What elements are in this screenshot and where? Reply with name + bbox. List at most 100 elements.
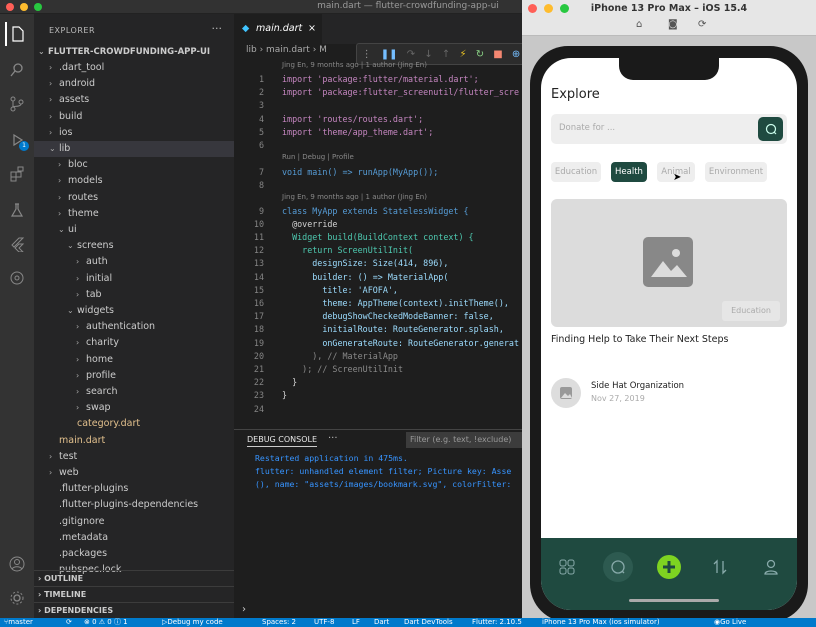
tree-item[interactable]: ⌄ screens xyxy=(34,238,234,254)
gitlens-icon[interactable] xyxy=(5,266,29,290)
code-line[interactable]: 8 xyxy=(234,179,529,192)
campaign-card[interactable]: Education xyxy=(551,199,787,327)
code-line[interactable]: 9 class MyApp extends StatelessWidget { xyxy=(234,205,529,218)
run-debug-icon[interactable]: 1 xyxy=(5,128,29,152)
code-line[interactable]: 2 import 'package:flutter_screenutil/flut… xyxy=(234,86,529,99)
code-line[interactable]: 21 ); // ScreenUtilInit xyxy=(234,363,529,376)
code-line[interactable]: 3 xyxy=(234,99,529,112)
hot-reload-icon[interactable]: ⚡ xyxy=(459,49,466,60)
chip-environment[interactable]: Environment xyxy=(705,162,767,182)
debug-indicator[interactable]: ▷ Debug my code xyxy=(162,618,223,627)
tree-item[interactable]: › theme xyxy=(34,206,234,222)
step-into-icon[interactable]: ↓ xyxy=(424,49,432,60)
code-line[interactable]: 5 import 'theme/app_theme.dart'; xyxy=(234,126,529,139)
tree-item[interactable]: › profile xyxy=(34,368,234,384)
tab-main-dart[interactable]: ◆ main.dart × xyxy=(234,14,322,44)
more-actions-icon[interactable]: ··· xyxy=(212,22,223,35)
search-bar[interactable]: Donate for ... xyxy=(551,114,787,144)
tree-item[interactable]: › home xyxy=(34,352,234,368)
tree-item[interactable]: main.dart xyxy=(34,433,234,449)
screenshot-icon[interactable]: ◙ xyxy=(668,19,678,30)
gear-icon[interactable] xyxy=(5,586,29,610)
code-line[interactable]: 14 builder: () => MaterialApp( xyxy=(234,271,529,284)
devtools-indicator[interactable]: Dart DevTools xyxy=(404,618,453,627)
code-line[interactable]: 11 Widget build(BuildContext context) { xyxy=(234,231,529,244)
tree-item[interactable]: ⌄ widgets xyxy=(34,303,234,319)
tree-item[interactable]: › test xyxy=(34,449,234,465)
close-icon[interactable]: × xyxy=(308,14,316,44)
chip-health[interactable]: Health xyxy=(611,162,647,182)
sync-icon[interactable]: ⟳ xyxy=(66,618,72,627)
rotate-icon[interactable]: ⟳ xyxy=(698,19,706,30)
code-line[interactable]: 18 initialRoute: RouteGenerator.splash, xyxy=(234,323,529,336)
codelens-class-author[interactable]: Jing En, 9 months ago | 1 author (Jing E… xyxy=(282,193,427,201)
tree-item[interactable]: category.dart xyxy=(34,416,234,432)
tree-item[interactable]: › auth xyxy=(34,254,234,270)
testing-icon[interactable] xyxy=(5,198,29,222)
problems-indicator[interactable]: ⊗ 0 ⚠ 0 ⓘ 1 xyxy=(84,618,128,627)
tree-item[interactable]: ⌄ ui xyxy=(34,222,234,238)
console-prompt[interactable]: › xyxy=(242,604,246,615)
flutter-version-indicator[interactable]: Flutter: 2.10.5 xyxy=(472,618,522,627)
code-line[interactable]: 6 xyxy=(234,139,529,152)
code-line[interactable]: 17 debugShowCheckedModeBanner: false, xyxy=(234,310,529,323)
tree-item[interactable]: › models xyxy=(34,173,234,189)
source-control-icon[interactable] xyxy=(5,92,29,116)
home-icon[interactable]: ⌂ xyxy=(636,19,642,30)
step-out-icon[interactable]: ↑ xyxy=(442,49,450,60)
eol-indicator[interactable]: LF xyxy=(352,618,360,627)
code-line[interactable]: 4 import 'routes/routes.dart'; xyxy=(234,113,529,126)
search-icon[interactable] xyxy=(5,58,29,82)
stop-icon[interactable]: ■ xyxy=(493,49,502,60)
code-line[interactable]: 19 onGenerateRoute: RouteGenerator.gener… xyxy=(234,337,529,350)
code-line[interactable]: 1 import 'package:flutter/material.dart'; xyxy=(234,73,529,86)
console-filter-input[interactable]: Filter (e.g. text, !exclude) xyxy=(406,432,528,448)
tree-item[interactable]: › web xyxy=(34,465,234,481)
tree-item[interactable]: › authentication xyxy=(34,319,234,335)
campaign-title[interactable]: Finding Help to Take Their Next Steps xyxy=(551,334,728,345)
swap-icon[interactable] xyxy=(705,552,735,582)
tree-item[interactable]: › .dart_tool xyxy=(34,60,234,76)
panel-more-icon[interactable]: ··· xyxy=(328,433,338,444)
account-icon[interactable] xyxy=(5,552,29,576)
code-line[interactable]: 16 theme: AppTheme(context).initTheme(), xyxy=(234,297,529,310)
nav-search-icon[interactable] xyxy=(603,552,633,582)
tree-item[interactable]: › swap xyxy=(34,400,234,416)
chip-education[interactable]: Education xyxy=(551,162,601,182)
tree-item[interactable]: .packages xyxy=(34,546,234,562)
code-line[interactable]: 13 designSize: Size(414, 896), xyxy=(234,257,529,270)
debug-console-tab[interactable]: DEBUG CONSOLE xyxy=(247,435,318,447)
tree-item[interactable]: › tab xyxy=(34,287,234,303)
step-over-icon[interactable]: ↷ xyxy=(407,49,415,60)
drag-handle-icon[interactable]: ⋮ xyxy=(362,49,372,60)
tree-item[interactable]: .flutter-plugins-dependencies xyxy=(34,497,234,513)
code-line[interactable]: 15 title: 'AFOFA', xyxy=(234,284,529,297)
tree-item[interactable]: .metadata xyxy=(34,530,234,546)
tree-item[interactable]: › initial xyxy=(34,271,234,287)
code-line[interactable]: 20 ), // MaterialApp xyxy=(234,350,529,363)
outline-section[interactable]: › OUTLINE xyxy=(34,570,234,586)
tree-item[interactable]: › routes xyxy=(34,190,234,206)
inspect-widget-icon[interactable]: ⊕ xyxy=(512,49,520,60)
device-indicator[interactable]: iPhone 13 Pro Max (ios simulator) xyxy=(542,618,660,627)
code-line[interactable]: 23} xyxy=(234,389,529,402)
code-line[interactable]: 10 @override xyxy=(234,218,529,231)
tree-item[interactable]: › charity xyxy=(34,335,234,351)
tree-item[interactable]: › build xyxy=(34,109,234,125)
breadcrumb[interactable]: lib › main.dart › M xyxy=(246,45,327,55)
grid-icon[interactable] xyxy=(552,552,582,582)
tree-item[interactable]: ⌄ lib xyxy=(34,141,234,157)
restart-icon[interactable]: ↻ xyxy=(476,49,484,60)
pause-icon[interactable]: ❚❚ xyxy=(381,49,398,60)
workspace-root[interactable]: ⌄ FLUTTER-CROWDFUNDING-APP-UI xyxy=(34,44,234,60)
search-input[interactable]: Donate for ... xyxy=(559,123,615,133)
explorer-icon[interactable] xyxy=(5,22,29,46)
codelens-author[interactable]: Jing En, 9 months ago | 1 author (Jing E… xyxy=(282,61,427,69)
code-line[interactable]: 7 void main() => runApp(MyApp()); xyxy=(234,166,529,179)
profile-icon[interactable] xyxy=(756,552,786,582)
search-button[interactable] xyxy=(758,117,783,141)
extensions-icon[interactable] xyxy=(5,162,29,186)
add-campaign-button[interactable] xyxy=(654,552,684,582)
code-line[interactable]: 24 xyxy=(234,403,529,416)
indentation-indicator[interactable]: Spaces: 2 xyxy=(262,618,296,627)
